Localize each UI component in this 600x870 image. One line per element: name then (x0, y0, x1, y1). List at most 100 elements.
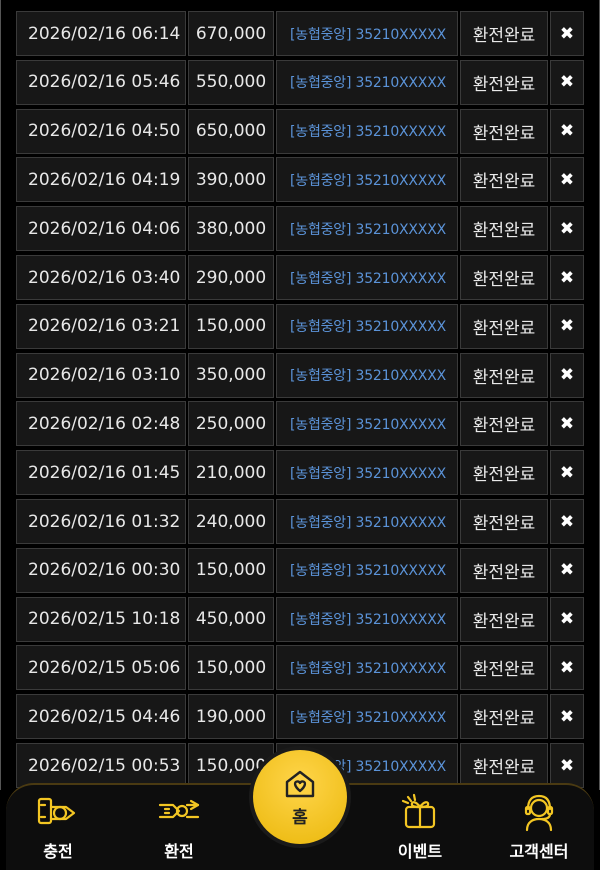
nav-event[interactable]: 이벤트 (375, 792, 465, 870)
transaction-status: 환전완료 (460, 596, 548, 642)
delete-button[interactable]: ✖ (550, 645, 584, 691)
transaction-amount: 290,000 (188, 255, 274, 300)
delete-button[interactable]: ✖ (550, 694, 584, 740)
transaction-amount: 650,000 (188, 108, 274, 154)
transaction-status: 환전완료 (460, 352, 548, 398)
transaction-status: 환전완료 (460, 499, 548, 544)
support-agent-icon (517, 792, 561, 832)
transaction-date: 2026/02/16 03:10 (16, 352, 186, 398)
transaction-amount: 190,000 (188, 694, 274, 740)
transaction-status: 환전완료 (460, 255, 548, 300)
delete-button[interactable]: ✖ (550, 157, 584, 203)
transaction-date: 2026/02/16 05:46 (16, 59, 186, 105)
home-heart-icon (283, 767, 317, 801)
transaction-account: [농협중앙] 35210XXXXX (276, 255, 458, 300)
transaction-account: [농협중앙] 35210XXXXX (276, 157, 458, 203)
nav-withdraw-label: 환전 (164, 842, 194, 861)
delete-button[interactable]: ✖ (550, 255, 584, 300)
transaction-account: [농협중앙] 35210XXXXX (276, 450, 458, 496)
transaction-date: 2026/02/16 06:14 (16, 11, 186, 56)
transaction-date: 2026/02/16 04:06 (16, 206, 186, 252)
transaction-status: 환전완료 (460, 401, 548, 447)
gift-icon (398, 792, 442, 832)
delete-button[interactable]: ✖ (550, 596, 584, 642)
delete-button[interactable]: ✖ (550, 547, 584, 593)
deposit-icon (36, 792, 80, 832)
delete-button[interactable]: ✖ (550, 303, 584, 349)
transaction-status: 환전완료 (460, 547, 548, 593)
table-row: 2026/02/16 01:45 210,000 [농협중앙] 35210XXXXX… (0, 448, 600, 497)
transaction-date: 2026/02/16 00:30 (16, 547, 186, 593)
nav-event-label: 이벤트 (397, 842, 443, 861)
transaction-status: 환전완료 (460, 206, 548, 252)
transaction-status: 환전완료 (460, 108, 548, 154)
bottom-navigation: 충전 환전 홈 이벤트 고객센터 (0, 750, 600, 870)
transaction-account: [농협중앙] 35210XXXXX (276, 108, 458, 154)
transaction-date: 2026/02/16 01:45 (16, 450, 186, 496)
nav-deposit-label: 충전 (43, 842, 73, 861)
transaction-amount: 350,000 (188, 352, 274, 398)
transaction-amount: 150,000 (188, 645, 274, 691)
transaction-date: 2026/02/16 01:32 (16, 499, 186, 544)
delete-button[interactable]: ✖ (550, 108, 584, 154)
transaction-date: 2026/02/16 03:21 (16, 303, 186, 349)
table-row: 2026/02/16 03:10 350,000 [농협중앙] 35210XXXXX… (0, 351, 600, 400)
transaction-amount: 670,000 (188, 11, 274, 56)
transaction-account: [농협중앙] 35210XXXXX (276, 206, 458, 252)
table-row: 2026/02/15 10:18 450,000 [농협중앙] 35210XXXXX… (0, 595, 600, 644)
delete-button[interactable]: ✖ (550, 401, 584, 447)
table-row: 2026/02/16 04:19 390,000 [농협중앙] 35210XXXXX… (0, 155, 600, 204)
transaction-account: [농협중앙] 35210XXXXX (276, 303, 458, 349)
transaction-amount: 210,000 (188, 450, 274, 496)
transaction-status: 환전완료 (460, 157, 548, 203)
transaction-account: [농협중앙] 35210XXXXX (276, 59, 458, 105)
transaction-account: [농협중앙] 35210XXXXX (276, 499, 458, 544)
delete-button[interactable]: ✖ (550, 206, 584, 252)
transaction-date: 2026/02/15 05:06 (16, 645, 186, 691)
transaction-amount: 150,000 (188, 303, 274, 349)
nav-support[interactable]: 고객센터 (494, 792, 584, 870)
withdraw-icon (157, 792, 201, 832)
delete-button[interactable]: ✖ (550, 11, 584, 56)
transaction-account: [농협중앙] 35210XXXXX (276, 596, 458, 642)
nav-home-button[interactable]: 홈 (253, 750, 347, 844)
transaction-amount: 450,000 (188, 596, 274, 642)
nav-home-label: 홈 (292, 807, 308, 828)
transaction-date: 2026/02/16 02:48 (16, 401, 186, 447)
transaction-date: 2026/02/16 04:50 (16, 108, 186, 154)
nav-withdraw[interactable]: 환전 (134, 792, 224, 870)
transaction-status: 환전완료 (460, 303, 548, 349)
delete-button[interactable]: ✖ (550, 499, 584, 544)
transaction-status: 환전완료 (460, 645, 548, 691)
table-row: 2026/02/16 04:06 380,000 [농협중앙] 35210XXXXX… (0, 204, 600, 253)
transaction-account: [농협중앙] 35210XXXXX (276, 11, 458, 56)
transaction-date: 2026/02/16 04:19 (16, 157, 186, 203)
transaction-amount: 240,000 (188, 499, 274, 544)
transaction-account: [농협중앙] 35210XXXXX (276, 645, 458, 691)
transaction-amount: 150,000 (188, 547, 274, 593)
table-row: 2026/02/15 04:46 190,000 [농협중앙] 35210XXXXX… (0, 692, 600, 741)
transaction-date: 2026/02/15 04:46 (16, 694, 186, 740)
transaction-status: 환전완료 (460, 450, 548, 496)
transaction-date: 2026/02/16 03:40 (16, 255, 186, 300)
delete-button[interactable]: ✖ (550, 59, 584, 105)
table-row: 2026/02/15 05:06 150,000 [농협중앙] 35210XXXXX… (0, 643, 600, 692)
delete-button[interactable]: ✖ (550, 352, 584, 398)
table-row: 2026/02/16 03:21 150,000 [농협중앙] 35210XXXXX… (0, 302, 600, 351)
transaction-status: 환전완료 (460, 11, 548, 56)
table-row: 2026/02/16 04:50 650,000 [농협중앙] 35210XXXXX… (0, 107, 600, 156)
table-row: 2026/02/16 00:30 150,000 [농협중앙] 35210XXXXX… (0, 546, 600, 595)
delete-button[interactable]: ✖ (550, 450, 584, 496)
transaction-amount: 390,000 (188, 157, 274, 203)
nav-deposit[interactable]: 충전 (13, 792, 103, 870)
transaction-amount: 550,000 (188, 59, 274, 105)
table-row: 2026/02/16 01:32 240,000 [농협중앙] 35210XXXXX… (0, 497, 600, 546)
transaction-status: 환전완료 (460, 694, 548, 740)
table-row: 2026/02/16 05:46 550,000 [농협중앙] 35210XXXXX… (0, 58, 600, 107)
transaction-account: [농협중앙] 35210XXXXX (276, 401, 458, 447)
table-row: 2026/02/16 02:48 250,000 [농협중앙] 35210XXXXX… (0, 399, 600, 448)
table-row: 2026/02/16 03:40 290,000 [농협중앙] 35210XXXXX… (0, 253, 600, 302)
transaction-amount: 250,000 (188, 401, 274, 447)
nav-support-label: 고객센터 (509, 842, 569, 861)
transaction-amount: 380,000 (188, 206, 274, 252)
